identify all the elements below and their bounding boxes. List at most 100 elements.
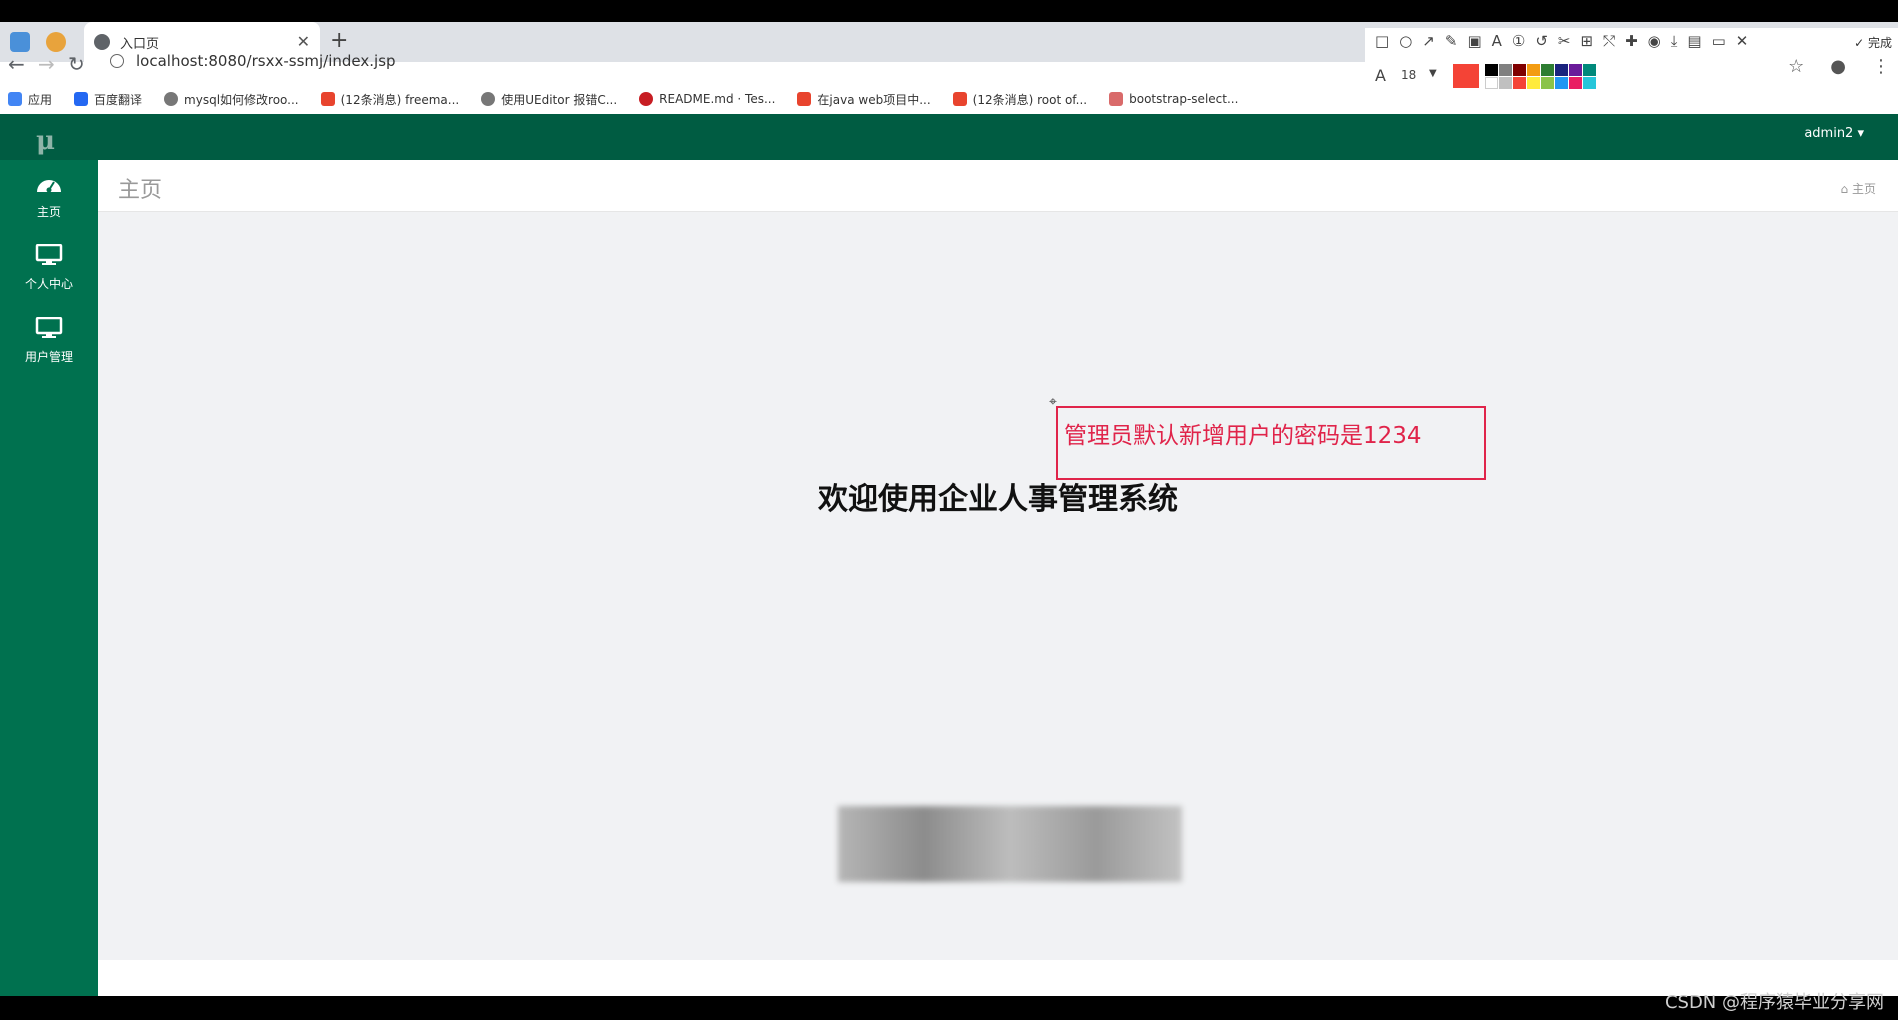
user-menu[interactable]: admin2 ▾: [1804, 126, 1864, 141]
bookmark-item[interactable]: README.md · Tes...: [639, 92, 775, 106]
text-icon[interactable]: A: [1492, 32, 1502, 50]
font-icon: A: [1375, 66, 1386, 85]
sidebar-item-home[interactable]: 主页: [0, 172, 98, 220]
star-icon[interactable]: ☆: [1788, 56, 1804, 77]
forward-icon[interactable]: →: [38, 52, 55, 76]
pin-icon[interactable]: ✚: [1625, 32, 1638, 50]
bookmark-item[interactable]: (12条消息) freema...: [320, 91, 460, 108]
bookmark-label: 在java web项目中...: [817, 92, 931, 107]
record-icon[interactable]: ◉: [1648, 32, 1661, 50]
app-topbar: μ admin2 ▾: [0, 114, 1898, 160]
breadcrumb[interactable]: ⌂ 主页: [1841, 180, 1876, 197]
color-swatch[interactable]: [1541, 64, 1554, 76]
mosaic-icon[interactable]: ▣: [1467, 32, 1481, 50]
color-swatch[interactable]: [1569, 77, 1582, 89]
bookmark-label: bootstrap-select...: [1129, 92, 1239, 106]
color-swatch[interactable]: [1485, 77, 1498, 89]
undo-icon[interactable]: ↺: [1535, 32, 1548, 50]
chevron-down-icon[interactable]: ▼: [1429, 68, 1437, 79]
color-swatch[interactable]: [1499, 77, 1512, 89]
monitor-icon: [35, 243, 63, 265]
annotation-textbox[interactable]: 管理员默认新增用户的密码是1234: [1056, 406, 1486, 480]
font-size-select[interactable]: 18: [1401, 68, 1416, 82]
bookmark-label: (12条消息) freema...: [340, 92, 460, 107]
watermark: CSDN @程序猿毕业分享网: [1664, 992, 1884, 1013]
bookmark-label: (12条消息) root of...: [972, 92, 1088, 107]
page-title: 主页: [118, 178, 163, 203]
url-field[interactable]: localhost:8080/rsxx-ssmj/index.jsp: [110, 52, 396, 70]
pencil-icon[interactable]: ✎: [1445, 32, 1458, 50]
cancel-icon[interactable]: ✕: [1736, 32, 1749, 50]
color-swatch[interactable]: [1499, 64, 1512, 76]
bookmark-label: 使用UEditor 报错C...: [501, 92, 618, 107]
apps-grid-icon: [8, 92, 22, 106]
sidebar-item-label: 用户管理: [24, 350, 73, 364]
mail-icon[interactable]: [10, 32, 30, 52]
new-tab-icon[interactable]: +: [330, 28, 348, 53]
gitee-icon: [639, 92, 654, 106]
bookmark-item[interactable]: (12条消息) root of...: [952, 91, 1088, 108]
sidebar: 主页 个人中心 用户管理: [0, 160, 98, 996]
tab-title: 入口页: [120, 36, 160, 52]
bookmark-item[interactable]: 在java web项目中...: [797, 91, 931, 108]
color-swatch[interactable]: [1555, 64, 1568, 76]
dashboard-icon: [37, 180, 61, 193]
sidebar-item-label: 主页: [36, 205, 61, 219]
close-icon[interactable]: ✕: [297, 32, 310, 51]
csdn-icon: [320, 92, 335, 106]
bookmark-label: mysql如何修改roo...: [184, 92, 299, 107]
globe-icon: [481, 92, 496, 106]
translate-icon: [74, 92, 89, 106]
bookmark-item[interactable]: 百度翻译: [74, 91, 142, 108]
color-swatch[interactable]: [1527, 64, 1540, 76]
color-swatch[interactable]: [1583, 64, 1596, 76]
color-swatch[interactable]: [1513, 77, 1526, 89]
browser-actions: ☆ ● ⋮: [1788, 56, 1890, 77]
bookmark-icon[interactable]: ▭: [1712, 32, 1726, 50]
home-icon: ⌂: [1840, 182, 1852, 196]
color-swatch[interactable]: [1569, 64, 1582, 76]
sidebar-item-users[interactable]: 用户管理: [0, 316, 98, 365]
bookmark-item[interactable]: 使用UEditor 报错C...: [481, 91, 617, 108]
app-footer: [98, 960, 1898, 996]
bookmark-item[interactable]: bootstrap-select...: [1109, 92, 1238, 106]
browser-logo-icon[interactable]: [46, 32, 66, 52]
done-button[interactable]: ✓ 完成: [1854, 34, 1892, 51]
annotation-text: 管理员默认新增用户的密码是1234: [1064, 423, 1422, 449]
bookmark-label: README.md · Tes...: [659, 92, 776, 106]
done-label: 完成: [1867, 36, 1892, 50]
back-icon[interactable]: ←: [8, 52, 25, 76]
sidebar-item-profile[interactable]: 个人中心: [0, 243, 98, 292]
color-swatch[interactable]: [1541, 77, 1554, 89]
menu-icon[interactable]: ⋮: [1872, 56, 1890, 77]
color-swatch[interactable]: [1583, 77, 1596, 89]
bookmark-item[interactable]: mysql如何修改roo...: [164, 91, 299, 108]
url-text: localhost:8080/rsxx-ssmj/index.jsp: [136, 52, 396, 70]
download-icon[interactable]: ⤓: [1671, 32, 1678, 50]
circle-icon[interactable]: ○: [1399, 32, 1412, 50]
info-icon[interactable]: [110, 54, 124, 68]
bookmark-item[interactable]: 应用: [8, 91, 52, 108]
reload-icon[interactable]: ↻: [68, 52, 85, 76]
color-swatch[interactable]: [1555, 77, 1568, 89]
profile-icon[interactable]: ●: [1830, 56, 1846, 77]
color-swatch[interactable]: [1527, 77, 1540, 89]
globe-icon: [164, 92, 179, 106]
page-icon: [1109, 92, 1124, 106]
current-color-swatch[interactable]: [1453, 64, 1479, 88]
color-swatch[interactable]: [1485, 64, 1498, 76]
app-logo[interactable]: μ: [36, 126, 55, 156]
page-header: 主页 ⌂ 主页: [98, 160, 1898, 212]
arrow-icon[interactable]: ↗: [1422, 32, 1435, 50]
compare-icon[interactable]: ⤲: [1603, 32, 1615, 50]
number-icon[interactable]: ①: [1512, 32, 1525, 50]
save-icon[interactable]: ▤: [1687, 32, 1701, 50]
color-swatch[interactable]: [1513, 64, 1526, 76]
globe-icon: [94, 34, 110, 50]
rectangle-icon[interactable]: □: [1375, 32, 1389, 50]
sidebar-item-label: 个人中心: [24, 277, 73, 291]
scissors-icon[interactable]: ✂: [1558, 32, 1571, 50]
breadcrumb-label: 主页: [1851, 182, 1876, 196]
csdn-icon: [952, 92, 967, 106]
translate-icon[interactable]: ⊞: [1581, 32, 1594, 50]
